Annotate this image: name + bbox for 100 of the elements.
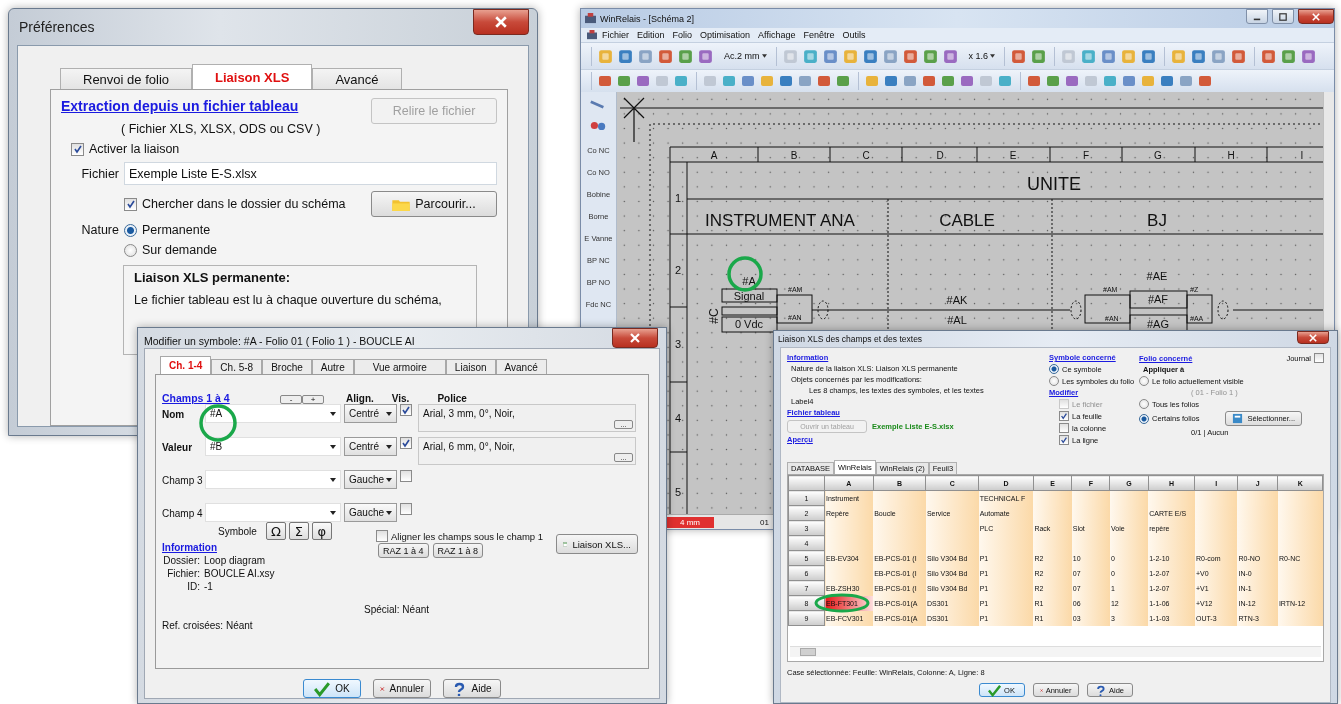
dropdown-button[interactable]: Ac.2 mm (721, 51, 770, 61)
field-label: Valeur (162, 442, 194, 453)
drawing-label: #AG (1146, 318, 1169, 330)
drawing-label: #A (742, 275, 756, 287)
column-header: Police (437, 393, 467, 404)
section-heading: CABLE (938, 211, 995, 230)
align-dropdown[interactable]: Gauche (344, 503, 397, 522)
reset-button[interactable]: RAZ 1 à 8 (432, 543, 484, 558)
drawing-label: #AE (1146, 270, 1168, 282)
cross-references: Ref. croisées: Néant (162, 620, 254, 631)
align-dropdown[interactable]: Gauche (344, 470, 397, 489)
row-label: 1 (674, 192, 681, 204)
dropdown-button[interactable]: x 1.6 (965, 51, 999, 61)
tab[interactable]: Ch. 5-8 (211, 359, 263, 374)
info-value: Loop diagram (204, 555, 266, 566)
drawing-label: #C (706, 308, 721, 324)
field-label: Champ 4 (162, 508, 202, 519)
formats-note: ( Fichier XLS, XLSX, ODS ou CSV ) (121, 122, 322, 136)
tab[interactable]: Avancé (495, 359, 547, 374)
combo-box[interactable]: #A (205, 404, 341, 423)
menu-item[interactable]: Optimisation (697, 30, 754, 40)
column-label: B (790, 150, 798, 161)
info-label: ID: (186, 581, 200, 592)
align-dropdown[interactable]: Centré (344, 437, 397, 456)
column-label: E (1009, 150, 1017, 161)
row-label: 2 (674, 264, 681, 276)
row-label: 5 (674, 486, 681, 498)
info-label: Fichier: (166, 568, 200, 579)
file-field[interactable]: Exemple Liste E-S.xlsx (124, 162, 497, 185)
row-label: 3 (674, 338, 681, 350)
drawing-label: Signal (733, 290, 765, 302)
section-link[interactable]: Extraction depuis un fichier tableau (61, 98, 299, 114)
drawing-label: #AL (947, 314, 967, 326)
tab[interactable]: Renvoi de folio (60, 68, 192, 89)
measure-indicator: 4 mm (666, 516, 714, 528)
window-title: Modifier un symbole: #A - Folio 01 ( Folio 1 ) - BOUCLE AI (144, 335, 415, 347)
window-title: Préférences (19, 19, 95, 35)
tab[interactable]: Autre (311, 359, 354, 374)
tab[interactable]: Liaison XLS (192, 64, 313, 89)
column-label: A (710, 150, 718, 161)
info-label: Dossier: (162, 555, 200, 566)
tab[interactable]: Vue armoire (353, 359, 446, 374)
field-label: Fichier (80, 166, 119, 181)
menu-item[interactable]: Edition (634, 30, 668, 40)
dialog-button[interactable]: Annuler (373, 679, 431, 698)
info-value: -1 (204, 581, 213, 592)
info-title: Liaison XLS permanente: (134, 270, 292, 285)
folio-indicator: 01 (760, 517, 769, 527)
reset-button[interactable]: RAZ 1 à 4 (378, 543, 429, 558)
info-value: BOUCLE AI.xsy (204, 568, 275, 579)
tab[interactable]: Broche (262, 359, 312, 374)
font-description: Arial, 6 mm, 0°, Noir, (423, 441, 515, 452)
checkbox-label: Chercher dans le dossier du schéma (142, 197, 347, 211)
drawing-label: #AF (1147, 293, 1168, 305)
section-heading: INSTRUMENT ANA (704, 211, 855, 230)
info-text: Le fichier tableau est lu à chaque ouverture du schéma, (134, 293, 443, 307)
radio-label: Permanente (142, 223, 211, 237)
column-label: G (1153, 150, 1162, 161)
symbol-label: Symbole (218, 525, 257, 537)
minus-button[interactable]: - (280, 395, 302, 404)
column-header: Align. (346, 393, 374, 404)
info-link[interactable]: Information (162, 542, 372, 553)
window-title: Liaison XLS des champs et des textes (778, 334, 923, 344)
menu-item[interactable]: Fenêtre (800, 30, 838, 40)
field-label: Nature (80, 223, 119, 237)
tab[interactable]: Liaison (445, 359, 496, 374)
symbol-button[interactable]: Ω (265, 522, 286, 540)
checkbox-label: Aligner les champs sous le champ 1 (391, 530, 544, 542)
radio-label: Sur demande (142, 243, 218, 257)
row-label: 4 (674, 412, 681, 424)
xls-link-button[interactable]: Liaison XLS... (556, 534, 638, 554)
tab[interactable]: Ch. 1-4 (160, 356, 212, 374)
browse-button[interactable]: Parcourir... (371, 191, 497, 217)
column-label: I (1300, 150, 1304, 161)
menu-item[interactable]: Folio (669, 30, 696, 40)
tab[interactable]: Avancé (312, 68, 402, 89)
font-description: Arial, 3 mm, 0°, Noir, (423, 408, 515, 419)
dialog-button[interactable]: OK (303, 679, 361, 698)
column-label: C (862, 150, 870, 161)
symbol-button[interactable]: φ (311, 522, 332, 540)
column-label: H (1227, 150, 1235, 161)
column-label: F (1082, 150, 1089, 161)
dialog-button[interactable]: Aide (443, 679, 501, 698)
special-info: Spécial: Néant (364, 604, 431, 615)
align-dropdown[interactable]: Centré (344, 404, 397, 423)
menu-item[interactable]: Affichage (755, 30, 799, 40)
menu-item[interactable]: Fichier (599, 30, 632, 40)
drawing-title: UNITE (1026, 174, 1081, 194)
drawing-label: 0 Vdc (734, 318, 763, 330)
combo-box[interactable]: #B (205, 437, 341, 456)
column-header: Vis. (391, 393, 410, 404)
checkbox-label: Activer la liaison (89, 142, 180, 156)
column-label: D (936, 150, 944, 161)
field-label: Champ 3 (162, 475, 202, 486)
drawing-label: #AK (946, 294, 968, 306)
symbol-button[interactable]: Σ (288, 522, 309, 540)
window-title: WinRelais - [Schéma 2] (600, 13, 695, 24)
field-label: Nom (162, 409, 186, 420)
menu-item[interactable]: Outils (839, 30, 869, 40)
section-heading: BJ (1146, 211, 1167, 230)
